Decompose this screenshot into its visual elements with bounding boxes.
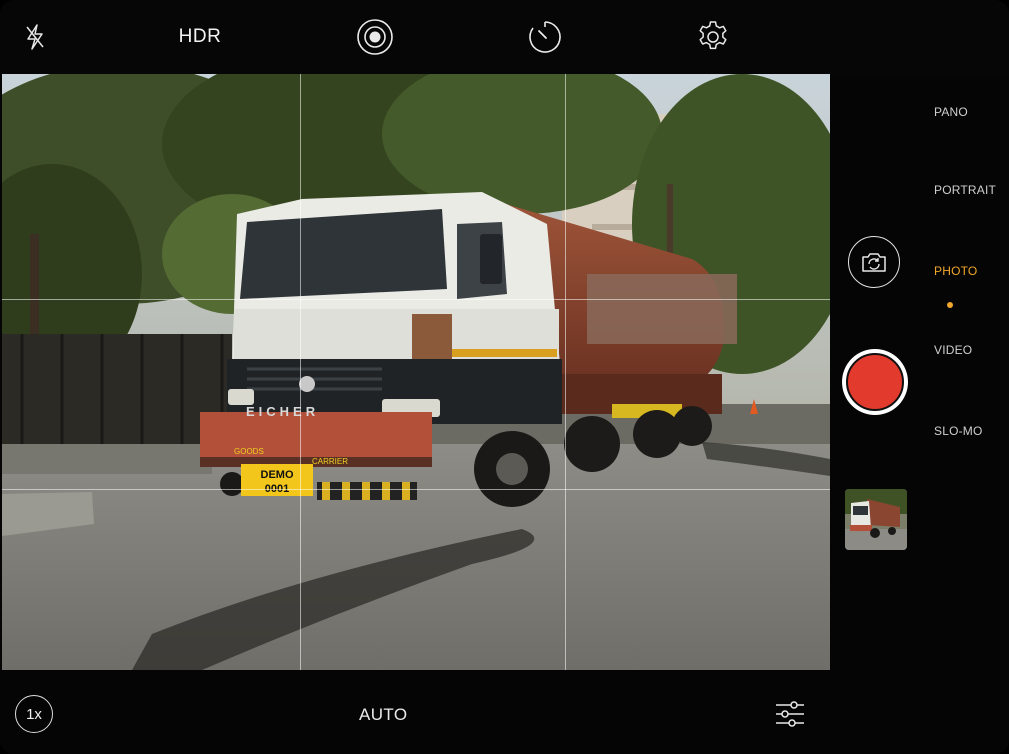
switch-camera-icon (862, 253, 886, 272)
shutter-button[interactable] (842, 349, 908, 415)
grid-line-vertical-1 (300, 74, 301, 670)
adjustments-button[interactable] (772, 698, 808, 730)
zoom-button[interactable]: 1x (15, 695, 53, 733)
live-photo-icon (357, 19, 393, 55)
timer-icon (529, 21, 561, 53)
camera-preview: EICHER GOODS CARRIER DEMO 0001 (2, 74, 830, 670)
grid-line-horizontal-2 (2, 489, 830, 490)
flash-button[interactable] (20, 18, 50, 56)
plate-line1: DEMO (261, 469, 294, 481)
mode-pano[interactable]: PANO (934, 105, 968, 119)
grid-line-horizontal-1 (2, 299, 830, 300)
mode-slo-mo[interactable]: SLO-MO (934, 424, 983, 438)
timer-button[interactable] (525, 18, 565, 56)
camera-app: HDR EICHER GOODS CARRIER DEMO 0001 PANO … (0, 0, 1009, 754)
mode-photo[interactable]: PHOTO (934, 264, 977, 278)
gallery-thumbnail[interactable] (845, 489, 907, 550)
mode-video[interactable]: VIDEO (934, 343, 972, 357)
zoom-label: 1x (26, 705, 42, 723)
sliders-icon (776, 701, 804, 727)
exposure-auto-button[interactable]: AUTO (359, 705, 408, 725)
truck-brand-text: EICHER (246, 404, 319, 419)
flash-off-icon (26, 24, 44, 50)
gear-icon (699, 21, 727, 50)
switch-camera-button[interactable] (848, 236, 900, 288)
hdr-button[interactable]: HDR (170, 18, 230, 56)
thumbnail-image (845, 489, 907, 550)
settings-button[interactable] (693, 18, 733, 56)
viewfinder[interactable]: EICHER GOODS CARRIER DEMO 0001 (2, 74, 830, 670)
active-mode-indicator (947, 302, 953, 308)
mode-portrait[interactable]: PORTRAIT (934, 183, 996, 197)
bumper-right-text: CARRIER (312, 457, 348, 466)
bumper-left-text: GOODS (234, 447, 264, 456)
top-bar: HDR (0, 0, 1009, 74)
live-photo-button[interactable] (355, 18, 395, 56)
hdr-label: HDR (178, 26, 222, 47)
grid-line-vertical-2 (565, 74, 566, 670)
shutter-inner (846, 353, 904, 411)
